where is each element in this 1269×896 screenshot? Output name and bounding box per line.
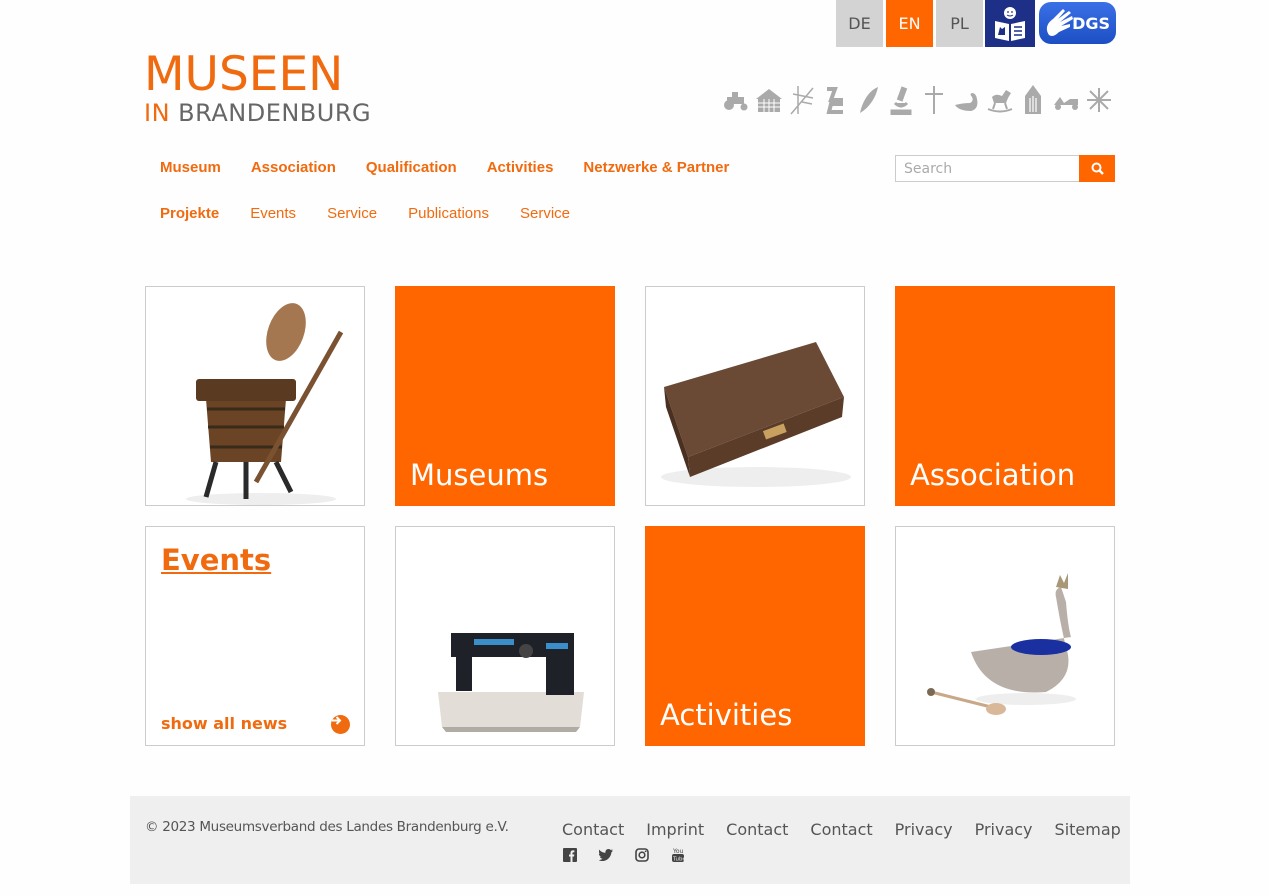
search-icon bbox=[1091, 162, 1104, 175]
events-title-link[interactable]: Events bbox=[161, 543, 271, 577]
nav-association[interactable]: Association bbox=[251, 159, 336, 176]
footer-links: Contact Imprint Contact Contact Privacy … bbox=[562, 820, 1143, 839]
microscope-icon[interactable] bbox=[887, 84, 915, 116]
tile-museums-label: Museums bbox=[410, 458, 549, 492]
tile-events: Events show all news bbox=[145, 526, 365, 746]
swan-icon[interactable] bbox=[953, 84, 981, 116]
chair-icon[interactable] bbox=[821, 84, 849, 116]
language-en-button[interactable]: EN bbox=[886, 0, 933, 47]
search-input[interactable] bbox=[895, 155, 1079, 182]
logo-line-museen: MUSEEN bbox=[144, 47, 344, 102]
easy-read-icon bbox=[995, 6, 1025, 41]
timber-house-icon[interactable] bbox=[755, 84, 783, 116]
search-button[interactable] bbox=[1079, 155, 1115, 182]
instagram-icon[interactable] bbox=[634, 847, 649, 862]
easy-language-button[interactable] bbox=[985, 0, 1035, 47]
search-form bbox=[895, 155, 1115, 182]
tractor-icon[interactable] bbox=[722, 84, 750, 116]
tile-association[interactable]: Association bbox=[895, 286, 1115, 506]
tile-butter-churn-image[interactable] bbox=[145, 286, 365, 506]
footer-link-contact-3[interactable]: Contact bbox=[810, 820, 872, 839]
site-logo[interactable]: MUSEEN IN BRANDENBURG bbox=[144, 47, 371, 127]
tile-sewing-machine-image[interactable] bbox=[395, 526, 615, 746]
nav-publications[interactable]: Publications bbox=[408, 205, 489, 222]
church-icon[interactable] bbox=[1019, 84, 1047, 116]
nav-projekte[interactable]: Projekte bbox=[160, 205, 219, 222]
butter-churn-image bbox=[186, 303, 344, 505]
language-de-button[interactable]: DE bbox=[836, 0, 883, 47]
tile-museums[interactable]: Museums bbox=[395, 286, 615, 506]
youtube-icon[interactable]: You Tube bbox=[670, 847, 685, 862]
tile-activities-label: Activities bbox=[660, 698, 793, 732]
tile-leather-box-image[interactable] bbox=[645, 286, 865, 506]
nav-qualification[interactable]: Qualification bbox=[366, 159, 457, 176]
star-icon[interactable] bbox=[1085, 84, 1113, 116]
feather-icon[interactable] bbox=[854, 84, 882, 116]
tile-activities[interactable]: Activities bbox=[645, 526, 865, 746]
logo-brandenburg: BRANDENBURG bbox=[178, 99, 372, 127]
language-pl-button[interactable]: PL bbox=[936, 0, 983, 47]
logo-in: IN bbox=[144, 99, 171, 127]
nav-events[interactable]: Events bbox=[250, 205, 296, 222]
nav-netzwerke-partner[interactable]: Netzwerke & Partner bbox=[583, 159, 729, 176]
svg-text:You: You bbox=[672, 848, 684, 855]
scooter-icon[interactable] bbox=[1052, 84, 1080, 116]
museum-category-pictograms bbox=[722, 84, 1113, 116]
secondary-navigation: Projekte Events Service Publications Ser… bbox=[160, 205, 601, 222]
sign-language-hands-icon bbox=[1046, 9, 1073, 36]
telescope-icon[interactable] bbox=[788, 84, 816, 116]
copyright-text: © 2023 Museumsverband des Landes Branden… bbox=[145, 819, 509, 835]
rocking-horse-icon[interactable] bbox=[986, 84, 1014, 116]
leather-box-image bbox=[661, 342, 851, 487]
nav-service[interactable]: Service bbox=[327, 205, 377, 222]
facebook-icon[interactable] bbox=[562, 847, 577, 862]
arrow-right-circle-icon[interactable] bbox=[331, 715, 350, 734]
show-all-news-link[interactable]: show all news bbox=[161, 714, 287, 733]
nav-museum[interactable]: Museum bbox=[160, 159, 221, 176]
footer-link-privacy[interactable]: Privacy bbox=[895, 820, 953, 839]
nav-service-2[interactable]: Service bbox=[520, 205, 570, 222]
twitter-icon[interactable] bbox=[598, 847, 613, 862]
social-links: You Tube bbox=[562, 847, 685, 862]
footer-link-sitemap[interactable]: Sitemap bbox=[1055, 820, 1121, 839]
logo-line-brandenburg: IN BRANDENBURG bbox=[144, 100, 371, 126]
sewing-machine-image bbox=[438, 633, 584, 732]
footer-link-privacy-2[interactable]: Privacy bbox=[975, 820, 1033, 839]
site-footer: © 2023 Museumsverband des Landes Branden… bbox=[130, 796, 1130, 884]
tile-silver-swan-image[interactable] bbox=[895, 526, 1115, 746]
nav-activities[interactable]: Activities bbox=[487, 159, 554, 176]
silver-swan-image bbox=[927, 573, 1076, 715]
tile-association-label: Association bbox=[910, 458, 1076, 492]
footer-link-contact[interactable]: Contact bbox=[562, 820, 624, 839]
footer-link-imprint[interactable]: Imprint bbox=[646, 820, 704, 839]
sign-language-button[interactable]: DGS bbox=[1039, 2, 1116, 44]
cross-icon[interactable] bbox=[920, 84, 948, 116]
footer-link-contact-2[interactable]: Contact bbox=[726, 820, 788, 839]
svg-text:Tube: Tube bbox=[672, 856, 685, 862]
primary-navigation: Museum Association Qualification Activit… bbox=[160, 159, 759, 176]
